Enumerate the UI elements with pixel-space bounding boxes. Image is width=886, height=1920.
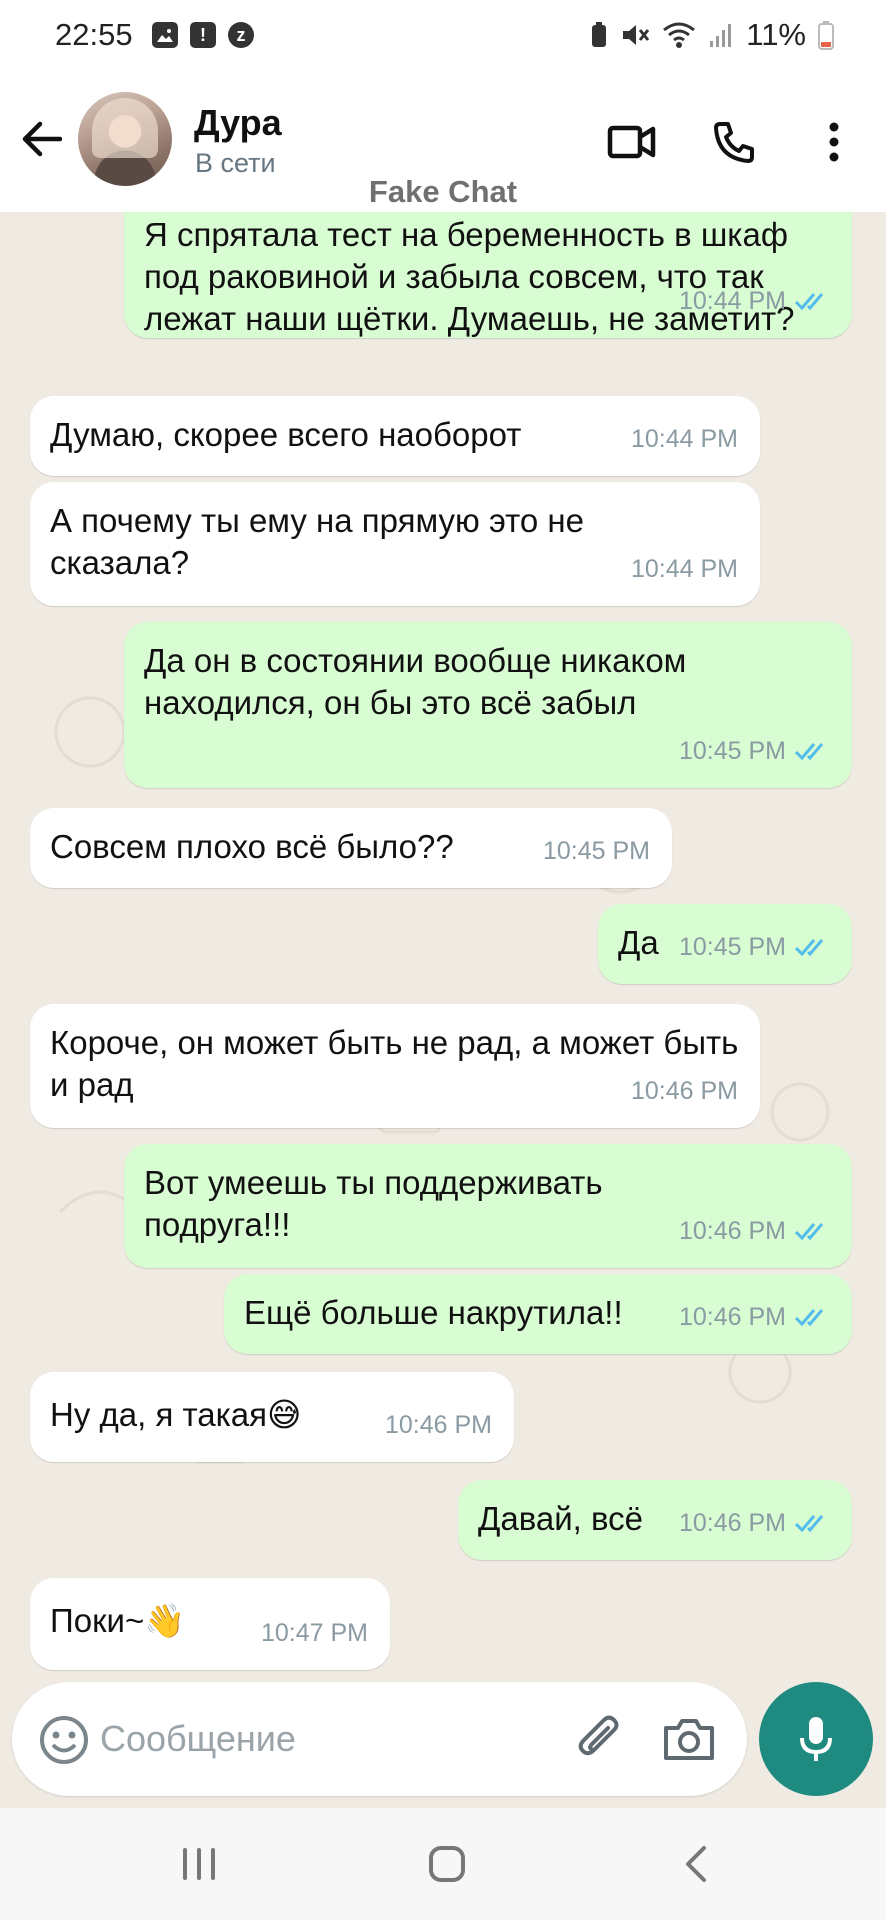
message-time: 10:46 PM: [678, 1217, 786, 1245]
message-time: 10:46 PM: [678, 1303, 786, 1331]
message-text: Давай, всё: [478, 1500, 643, 1537]
message-meta: 10:46 PM: [631, 1070, 738, 1112]
message-text: Вот умеешь ты поддерживать подруга!!!: [144, 1164, 603, 1243]
status-bar: 22:55 ! z 11%: [0, 0, 886, 70]
signal-icon: [710, 24, 732, 47]
message-text: Поки~👋: [50, 1602, 186, 1639]
message-meta: 10:44 PM: [631, 418, 738, 460]
read-ticks-icon: [794, 1223, 824, 1241]
video-call-icon: [607, 125, 656, 159]
message-meta: 10:44 PM: [679, 280, 830, 322]
phone-icon: [714, 122, 754, 163]
message-bubble-outgoing[interactable]: Ещё больше накрутила!! 10:46 PM: [224, 1274, 852, 1354]
system-nav-bar: [0, 1808, 886, 1920]
message-meta: 10:47 PM: [261, 1612, 368, 1654]
attach-button[interactable]: [574, 1712, 630, 1768]
message-meta: 10:45 PM: [679, 926, 830, 968]
video-call-button[interactable]: [602, 112, 662, 172]
message-text: Совсем плохо всё было??: [50, 828, 454, 865]
arrow-left-icon: [22, 121, 62, 157]
read-ticks-icon: [794, 743, 824, 761]
voice-call-button[interactable]: [704, 112, 764, 172]
read-ticks-icon: [794, 293, 824, 311]
message-bubble-outgoing[interactable]: Я спрятала тест на беременность в шкаф п…: [124, 212, 852, 338]
message-meta: 10:45 PM: [543, 830, 650, 872]
camera-button[interactable]: [660, 1712, 718, 1768]
battery-percent: 11%: [746, 17, 806, 52]
more-options-button[interactable]: [804, 112, 864, 172]
chat-area[interactable]: Я спрятала тест на беременность в шкаф п…: [0, 212, 886, 1680]
message-text: Ещё больше накрутила!!: [244, 1294, 623, 1331]
battery-saver-icon: [592, 22, 607, 47]
message-meta: 10:46 PM: [385, 1404, 492, 1446]
message-meta: 10:46 PM: [679, 1210, 830, 1252]
avatar-photo: [92, 98, 158, 158]
read-ticks-icon: [794, 1309, 824, 1327]
camera-icon: [664, 1719, 714, 1760]
message-time: 10:45 PM: [678, 737, 786, 765]
recents-button[interactable]: [164, 1836, 234, 1892]
message-bubble-incoming[interactable]: А почему ты ему на прямую это не сказала…: [30, 482, 760, 606]
message-bubble-incoming[interactable]: Совсем плохо всё было?? 10:45 PM: [30, 808, 672, 888]
message-meta: 10:45 PM: [679, 730, 830, 772]
emoji-button[interactable]: [36, 1712, 92, 1768]
voice-message-button[interactable]: [759, 1682, 873, 1796]
message-composer: [12, 1682, 747, 1796]
message-time: 10:44 PM: [678, 287, 786, 315]
message-time: 10:46 PM: [384, 1411, 492, 1439]
message-meta: 10:46 PM: [679, 1502, 830, 1544]
message-time: 10:44 PM: [630, 425, 738, 453]
back-icon: [686, 1846, 706, 1882]
message-text: Ну да, я такая😅: [50, 1396, 302, 1433]
status-time: 22:55: [55, 17, 133, 52]
message-meta: 10:44 PM: [631, 548, 738, 590]
contact-name[interactable]: Дура: [194, 102, 282, 144]
battery-icon: [818, 21, 834, 50]
more-vert-icon: [829, 122, 839, 162]
nav-back-button[interactable]: [660, 1836, 730, 1892]
home-icon: [429, 1846, 465, 1882]
system-icons: 11%: [590, 17, 834, 53]
message-bubble-outgoing[interactable]: Вот умеешь ты поддерживать подруга!!! 10…: [124, 1144, 852, 1268]
message-text: Думаю, скорее всего наоборот: [50, 416, 522, 453]
message-bubble-outgoing[interactable]: Давай, всё 10:46 PM: [458, 1480, 852, 1560]
back-button[interactable]: [14, 112, 68, 166]
message-bubble-incoming[interactable]: Короче, он может быть не рад, а может бы…: [30, 1004, 760, 1128]
message-text: А почему ты ему на прямую это не сказала…: [50, 502, 584, 581]
wifi-icon: [663, 22, 696, 48]
gallery-icon: [152, 22, 178, 48]
emoji-icon: [40, 1716, 88, 1764]
home-button[interactable]: [412, 1836, 482, 1892]
message-meta: 10:46 PM: [679, 1296, 830, 1338]
message-time: 10:47 PM: [260, 1619, 368, 1647]
avatar[interactable]: [78, 92, 172, 186]
message-time: 10:46 PM: [630, 1077, 738, 1105]
paperclip-icon: [578, 1715, 619, 1756]
chat-header: Дура В сети: [0, 70, 886, 212]
message-bubble-outgoing[interactable]: Да 10:45 PM: [598, 904, 852, 984]
alert-icon: !: [190, 22, 216, 48]
message-time: 10:45 PM: [678, 933, 786, 961]
message-time: 10:44 PM: [630, 555, 738, 583]
app-notification-icon: z: [228, 22, 254, 48]
message-input[interactable]: [100, 1704, 570, 1774]
message-bubble-incoming[interactable]: Поки~👋 10:47 PM: [30, 1578, 390, 1670]
contact-status: В сети: [195, 148, 276, 178]
message-bubble-incoming[interactable]: Ну да, я такая😅 10:46 PM: [30, 1372, 514, 1462]
message-time: 10:46 PM: [678, 1509, 786, 1537]
message-bubble-outgoing[interactable]: Да он в состоянии вообще никаком находил…: [124, 622, 852, 788]
read-ticks-icon: [794, 939, 824, 957]
recents-icon: [183, 1848, 215, 1880]
message-text: Да он в состоянии вообще никаком находил…: [144, 642, 687, 721]
message-text: Да: [618, 924, 659, 961]
mic-icon: [800, 1717, 832, 1761]
message-time: 10:45 PM: [542, 837, 650, 865]
message-bubble-incoming[interactable]: Думаю, скорее всего наоборот 10:44 PM: [30, 396, 760, 476]
mute-icon: [623, 25, 650, 45]
read-ticks-icon: [794, 1515, 824, 1533]
notification-icons: ! z: [152, 22, 254, 48]
